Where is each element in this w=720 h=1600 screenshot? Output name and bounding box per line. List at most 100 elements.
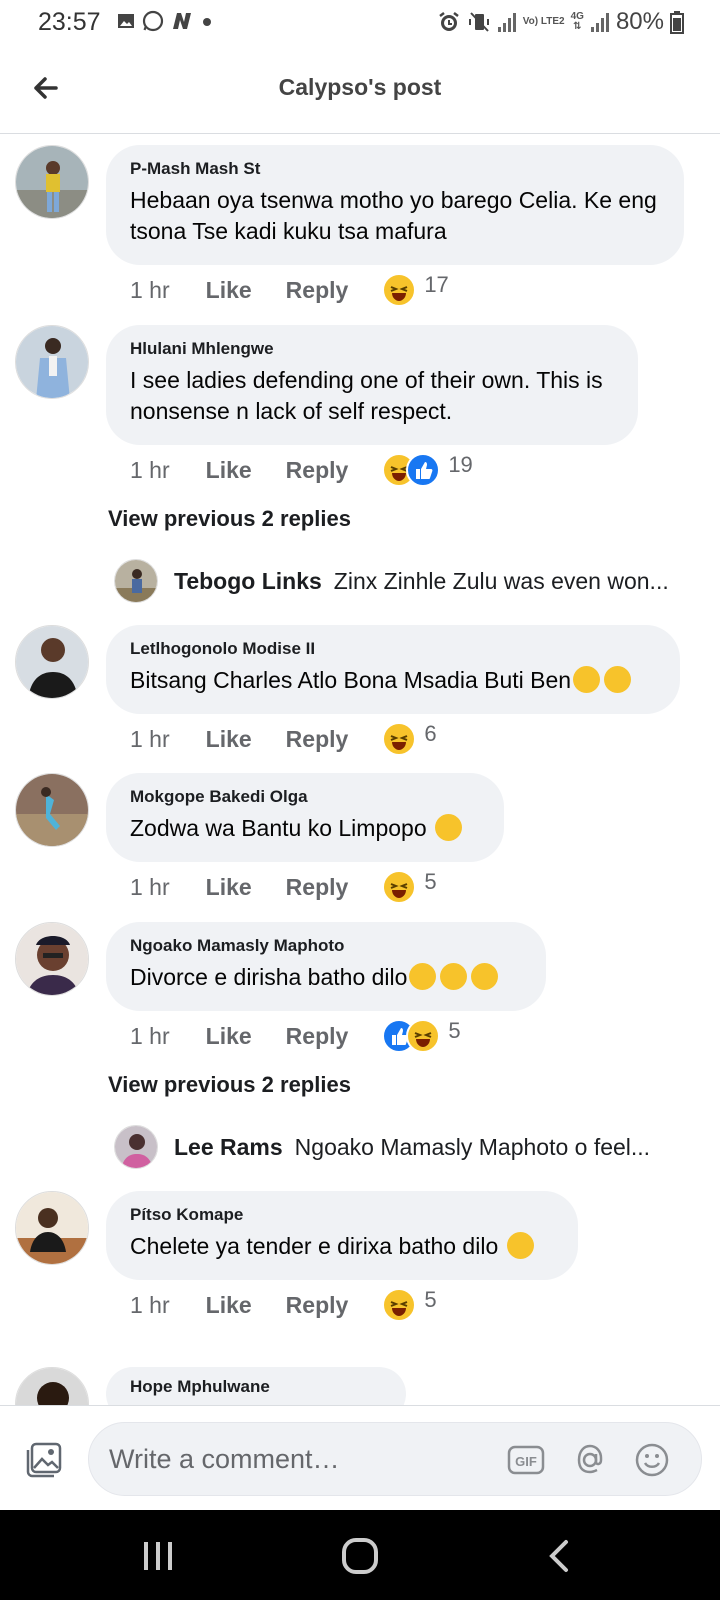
reply-button[interactable]: Reply	[286, 457, 349, 484]
reaction-summary[interactable]: 5	[382, 1287, 437, 1322]
avatar[interactable]	[15, 922, 89, 996]
notification-icons	[117, 10, 214, 32]
battery-percent: 80%	[615, 8, 664, 35]
comment-bubble[interactable]: Pítso Komape Chelete ya tender e dirixa …	[106, 1191, 578, 1280]
reaction-summary[interactable]: 5	[382, 1018, 461, 1053]
haha-icon	[382, 273, 417, 307]
like-button[interactable]: Like	[206, 1292, 252, 1319]
reply-button[interactable]: Reply	[286, 1292, 349, 1319]
comment-author[interactable]: Hlulani Mhlengwe	[130, 339, 614, 359]
reaction-summary[interactable]: 5	[382, 869, 437, 904]
comments-list[interactable]: P-Mash Mash St Hebaan oya tsenwa motho y…	[0, 135, 720, 1405]
comment-input-wrapper[interactable]: GIF	[88, 1422, 702, 1496]
back-icon[interactable]	[540, 1538, 580, 1574]
comment-bubble[interactable]: Hlulani Mhlengwe I see ladies defending …	[106, 325, 638, 445]
comment-author[interactable]: P-Mash Mash St	[130, 159, 660, 179]
comment-time[interactable]: 1 hr	[130, 726, 170, 753]
status-time: 23:57	[38, 8, 101, 36]
avatar[interactable]	[15, 773, 89, 847]
comment-input[interactable]	[109, 1423, 489, 1495]
avatar[interactable]	[15, 1191, 89, 1265]
comment-composer: GIF	[0, 1405, 720, 1510]
status-right: Vo) LTE2 4G ⇅ 80%	[437, 8, 684, 36]
signal-icon	[497, 13, 516, 32]
comment-bubble[interactable]: Hope Mphulwane	[106, 1367, 406, 1405]
comment-actions: 1 hr Like Reply 6	[130, 721, 437, 756]
emoji-icon[interactable]	[633, 1441, 671, 1479]
comment-author[interactable]: Mokgope Bakedi Olga	[130, 787, 480, 807]
comment-bubble[interactable]: Mokgope Bakedi Olga Zodwa wa Bantu ko Li…	[106, 773, 504, 862]
like-button[interactable]: Like	[206, 726, 252, 753]
mention-icon[interactable]	[571, 1441, 609, 1479]
like-button[interactable]: Like	[206, 874, 252, 901]
reaction-count: 19	[448, 452, 473, 477]
home-icon[interactable]	[340, 1538, 380, 1574]
gif-icon[interactable]: GIF	[507, 1441, 545, 1479]
view-previous-replies[interactable]: View previous 2 replies	[108, 1072, 351, 1098]
avatar[interactable]	[15, 625, 89, 699]
comment-author[interactable]: Ngoako Mamasly Maphoto	[130, 936, 522, 956]
crying-laughing-icon	[435, 814, 463, 842]
comment-bubble[interactable]: Letlhogonolo Modise II Bitsang Charles A…	[106, 625, 680, 714]
comment-time[interactable]: 1 hr	[130, 874, 170, 901]
like-button[interactable]: Like	[206, 1023, 252, 1050]
status-bar: 23:57 Vo) LTE2 4G ⇅ 80%	[0, 0, 720, 44]
page-title: Calypso's post	[278, 74, 442, 100]
reaction-count: 5	[424, 1287, 437, 1312]
whatsapp-icon	[142, 10, 164, 32]
reply-button[interactable]: Reply	[286, 726, 349, 753]
reply-author[interactable]: Tebogo Links	[174, 568, 322, 595]
reply-preview[interactable]: Tebogo Links Zinx Zinhle Zulu was even w…	[114, 559, 684, 603]
like-button[interactable]: Like	[206, 277, 252, 304]
comment-time[interactable]: 1 hr	[130, 457, 170, 484]
flushed-emoji-icon	[573, 666, 601, 694]
comment-author[interactable]: Hope Mphulwane	[130, 1377, 382, 1397]
reply-text: Ngoako Mamasly Maphoto o feel...	[294, 1133, 651, 1160]
reply-avatar[interactable]	[114, 559, 158, 603]
flushed-emoji-icon	[604, 666, 632, 694]
photo-icon[interactable]	[24, 1440, 64, 1480]
rofl-emoji-icon	[471, 963, 499, 991]
haha-icon	[382, 870, 417, 904]
reaction-summary[interactable]: 17	[382, 272, 449, 307]
reaction-summary[interactable]: 19	[382, 452, 473, 487]
like-button[interactable]: Like	[206, 457, 252, 484]
reply-text: Zinx Zinhle Zulu was even won...	[333, 567, 669, 594]
page: 23:57 Vo) LTE2 4G ⇅ 80% Calypso's post P…	[0, 0, 720, 1600]
network-type: 4G ⇅	[570, 11, 584, 32]
like-reaction-icon	[406, 453, 441, 487]
avatar[interactable]	[15, 145, 89, 219]
system-nav-bar	[0, 1510, 720, 1600]
reaction-summary[interactable]: 6	[382, 721, 437, 756]
haha-icon	[406, 1019, 441, 1053]
reply-author[interactable]: Lee Rams	[174, 1134, 283, 1161]
network-label: Vo) LTE2	[522, 16, 565, 27]
comment-time[interactable]: 1 hr	[130, 1023, 170, 1050]
comment-text: Zodwa wa Bantu ko Limpopo	[130, 813, 480, 844]
reply-preview[interactable]: Lee Rams Ngoako Mamasly Maphoto o feel..…	[114, 1125, 684, 1169]
signal-icon-2	[590, 13, 609, 32]
rofl-emoji-icon	[440, 963, 468, 991]
comment-author[interactable]: Pítso Komape	[130, 1205, 554, 1225]
reaction-count: 17	[424, 272, 449, 297]
reply-button[interactable]: Reply	[286, 874, 349, 901]
comment-text: I see ladies defending one of their own.…	[130, 367, 603, 424]
reply-button[interactable]: Reply	[286, 1023, 349, 1050]
dot-icon	[203, 18, 211, 26]
comment-bubble[interactable]: P-Mash Mash St Hebaan oya tsenwa motho y…	[106, 145, 684, 265]
reaction-count: 6	[424, 721, 437, 746]
battery-icon	[670, 11, 684, 34]
comment-text: Bitsang Charles Atlo Bona Msadia Buti Be…	[130, 665, 656, 696]
comment-bubble[interactable]: Ngoako Mamasly Maphoto Divorce e dirisha…	[106, 922, 546, 1011]
comment-time[interactable]: 1 hr	[130, 277, 170, 304]
avatar[interactable]	[15, 325, 89, 399]
view-previous-replies[interactable]: View previous 2 replies	[108, 506, 351, 532]
comment-author[interactable]: Letlhogonolo Modise II	[130, 639, 656, 659]
avatar[interactable]	[15, 1367, 89, 1405]
reply-button[interactable]: Reply	[286, 277, 349, 304]
comment-time[interactable]: 1 hr	[130, 1292, 170, 1319]
comment-actions: 1 hr Like Reply 5	[130, 1018, 461, 1053]
recents-icon[interactable]	[138, 1538, 178, 1574]
reply-avatar[interactable]	[114, 1125, 158, 1169]
post-header: Calypso's post	[0, 44, 720, 134]
